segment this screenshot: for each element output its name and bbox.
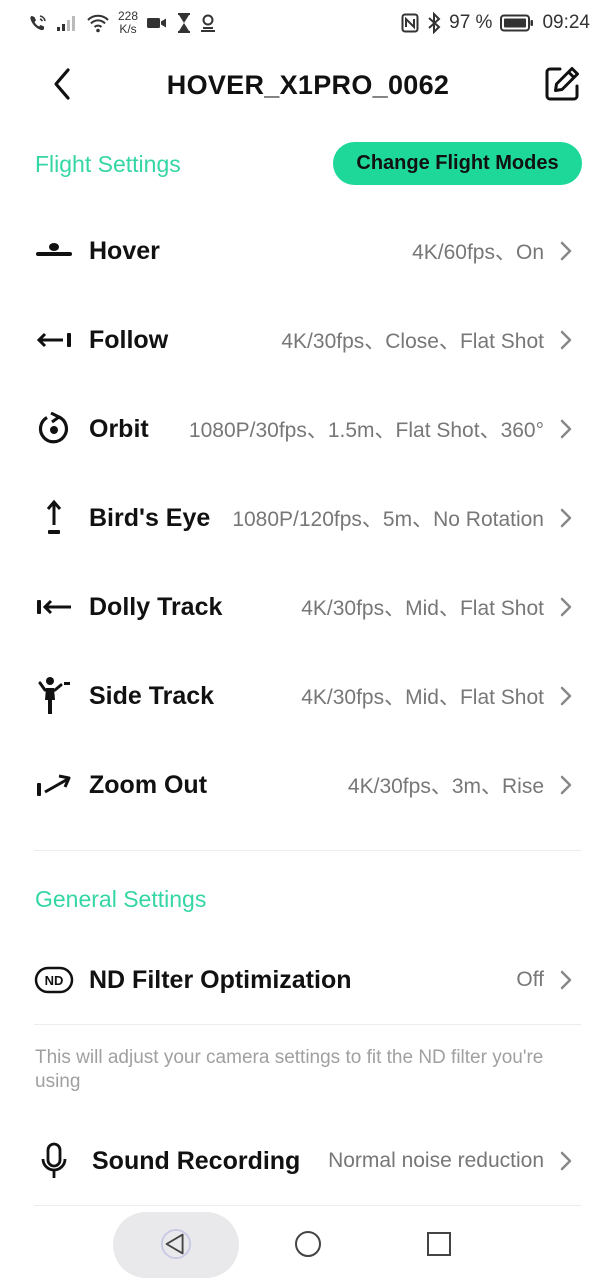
- flight-mode-row-orbit[interactable]: Orbit 1080P/30fps、1.5m、Flat Shot、360°: [0, 399, 616, 459]
- sound-recording-value: Normal noise reduction: [328, 1149, 544, 1172]
- signal-icon: [56, 14, 78, 32]
- chevron-right-icon: [556, 506, 576, 530]
- general-settings-title: General Settings: [35, 886, 207, 912]
- flight-mode-row-birds-eye[interactable]: Bird's Eye 1080P/120fps、5m、No Rotation: [0, 488, 616, 548]
- row-divider: [34, 1024, 581, 1025]
- nfc-icon: [401, 13, 419, 33]
- chevron-right-icon: [556, 417, 576, 441]
- chevron-right-icon: [556, 328, 576, 352]
- flight-mode-label: Hover: [89, 236, 160, 265]
- square-recents-icon: [427, 1232, 451, 1256]
- section-divider: [34, 850, 581, 851]
- video-camera-icon: [146, 15, 168, 31]
- flight-mode-label: Zoom Out: [89, 770, 208, 799]
- zoom-out-icon: [34, 765, 74, 805]
- nav-back-button[interactable]: [160, 1228, 192, 1260]
- flight-mode-row-hover[interactable]: Hover 4K/60fps、On: [0, 221, 616, 281]
- flight-mode-value: 4K/30fps、3m、Rise: [347, 775, 544, 798]
- flight-mode-label: Bird's Eye: [89, 503, 211, 532]
- chevron-right-icon: [556, 968, 576, 992]
- nav-home-button[interactable]: [292, 1228, 324, 1260]
- triangle-back-icon: [160, 1228, 192, 1260]
- svg-text:ND: ND: [45, 973, 64, 988]
- system-navigation-bar: [0, 1208, 616, 1280]
- flight-mode-row-follow[interactable]: Follow 4K/30fps、Close、Flat Shot: [0, 310, 616, 370]
- change-flight-modes-button[interactable]: Change Flight Modes: [333, 142, 582, 185]
- flight-mode-value: 1080P/120fps、5m、No Rotation: [232, 508, 544, 531]
- battery-icon: [500, 14, 534, 32]
- flight-mode-label: Side Track: [89, 681, 215, 710]
- nd-filter-label: ND Filter Optimization: [89, 965, 352, 994]
- back-arrow-icon: [54, 68, 70, 100]
- flight-mode-value: 4K/30fps、Mid、Flat Shot: [301, 686, 544, 709]
- status-bar-left: 228 K/s: [28, 10, 216, 36]
- flight-mode-row-zoom-out[interactable]: Zoom Out 4K/30fps、3m、Rise: [0, 755, 616, 815]
- flight-mode-label: Orbit: [89, 414, 149, 443]
- nd-filter-optimization-row[interactable]: ND ND Filter Optimization Off: [0, 950, 616, 1010]
- location-icon: [200, 13, 216, 33]
- page-title: HOVER_X1PRO_0062: [166, 69, 450, 100]
- nd-filter-value: Off: [516, 968, 544, 991]
- edit-button[interactable]: [542, 64, 582, 104]
- hover-icon: [34, 231, 74, 271]
- header: HOVER_X1PRO_0062: [0, 50, 616, 120]
- sound-recording-label: Sound Recording: [92, 1146, 301, 1175]
- hourglass-icon: [176, 13, 192, 33]
- nd-filter-note: This will adjust your camera settings to…: [35, 1047, 544, 1092]
- clock: 09:24: [542, 12, 590, 33]
- flight-mode-value: 4K/30fps、Mid、Flat Shot: [301, 597, 544, 620]
- microphone-icon: [34, 1141, 74, 1181]
- flight-mode-value: 4K/60fps、On: [412, 241, 544, 264]
- wifi-icon: [86, 13, 110, 33]
- flight-settings-title: Flight Settings: [35, 151, 181, 177]
- bluetooth-icon: [427, 12, 441, 34]
- network-speed: 228 K/s: [118, 10, 138, 36]
- chevron-right-icon: [556, 1149, 576, 1173]
- status-bar: 228 K/s 97 % 09:24: [0, 0, 616, 46]
- status-bar-right: 97 % 09:24: [401, 12, 590, 34]
- side-track-icon: [34, 676, 74, 716]
- follow-icon: [34, 320, 74, 360]
- flight-mode-row-dolly-track[interactable]: Dolly Track 4K/30fps、Mid、Flat Shot: [0, 577, 616, 637]
- flight-mode-value: 1080P/30fps、1.5m、Flat Shot、360°: [188, 419, 544, 442]
- orbit-icon: [34, 409, 74, 449]
- nd-filter-icon: ND: [34, 960, 74, 1000]
- flight-mode-label: Dolly Track: [89, 592, 223, 621]
- circle-home-icon: [295, 1231, 321, 1257]
- back-button[interactable]: [44, 66, 80, 102]
- flight-mode-label: Follow: [89, 325, 169, 354]
- flight-mode-value: 4K/30fps、Close、Flat Shot: [281, 330, 544, 353]
- chevron-right-icon: [556, 239, 576, 263]
- chevron-right-icon: [556, 595, 576, 619]
- network-speed-unit: K/s: [119, 22, 137, 36]
- battery-percent: 97 %: [449, 12, 493, 33]
- dolly-track-icon: [34, 587, 74, 627]
- nav-recents-button[interactable]: [423, 1228, 455, 1260]
- wifi-call-icon: [28, 13, 48, 33]
- flight-mode-row-side-track[interactable]: Side Track 4K/30fps、Mid、Flat Shot: [0, 666, 616, 726]
- row-divider: [34, 1205, 581, 1206]
- chevron-right-icon: [556, 773, 576, 797]
- edit-icon: [545, 67, 579, 101]
- chevron-right-icon: [556, 684, 576, 708]
- sound-recording-row[interactable]: Sound Recording Normal noise reduction: [0, 1131, 616, 1191]
- birds-eye-icon: [34, 498, 74, 538]
